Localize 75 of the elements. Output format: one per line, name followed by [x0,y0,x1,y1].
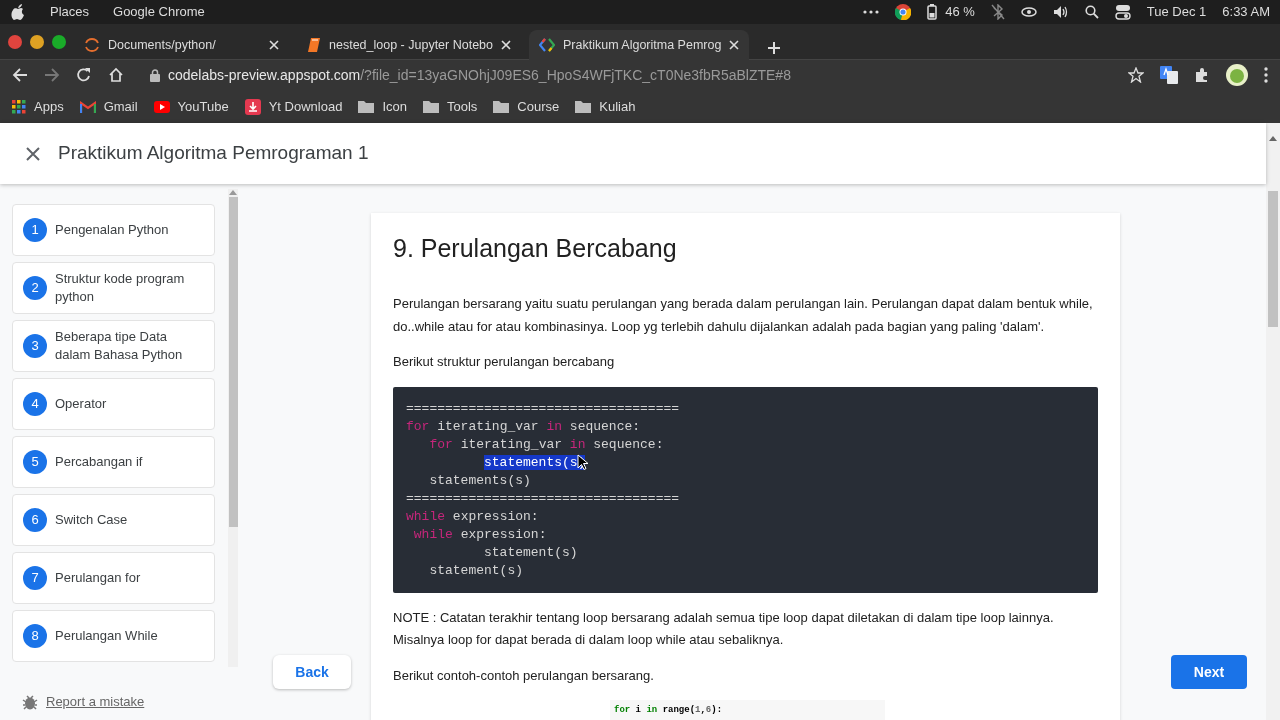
forward-icon [44,67,60,83]
folder-icon [423,100,439,113]
sidebar-step[interactable]: 6 Switch Case [12,494,215,546]
reload-icon[interactable] [76,67,92,83]
code-snippet: for i in range(1,6): [610,700,885,720]
scroll-thumb[interactable] [228,197,238,527]
menu-item[interactable]: Places [50,2,90,22]
report-link[interactable]: Report a mistake [22,692,145,712]
translate-icon[interactable] [1160,66,1178,84]
folder-icon [493,100,510,113]
sidebar-step[interactable]: 4 Operator [12,378,215,430]
folder-icon [575,100,592,113]
sidebar-step[interactable]: 3 Beberapa tipe Data dalam Bahasa Python [12,320,215,372]
logo-icon[interactable] [10,3,26,21]
toggle-icon[interactable] [1114,4,1131,20]
book-icon [307,37,321,53]
volume-icon[interactable] [1052,5,1069,19]
browser-icon[interactable] [895,4,912,20]
avatar-icon[interactable] [1226,64,1248,86]
bookmark[interactable]: Icon [358,96,407,117]
bug-icon [22,693,38,710]
article-heading: 9. Perulangan Bercabang [393,233,678,263]
more-icon[interactable] [863,10,880,14]
star-icon[interactable] [1128,67,1144,83]
puzzle-icon[interactable] [1194,67,1210,83]
battery-level: 46 % [945,3,975,22]
bookmark[interactable]: Kuliah [575,96,636,117]
paragraph: Berikut contoh-contoh perulangan bersarang. [393,666,655,685]
close-window-button[interactable] [8,35,22,49]
browser-tab[interactable]: nested_loop - Jupyter Notebo [297,30,521,60]
bookmark[interactable]: Tools [423,96,478,117]
lock-icon [150,68,160,82]
browser-tab[interactable]: Documents/python/ [74,30,289,60]
sidebar-step[interactable]: 5 Percabangan if [12,436,215,488]
paragraph: Berikut struktur perulangan bercabang [393,353,616,371]
bookmark[interactable]: Gmail [79,96,138,117]
sidebar-scrollbar[interactable] [228,189,238,667]
minimize-window-button[interactable] [30,35,44,49]
download-icon [244,98,261,115]
bookmark[interactable]: YouTube [153,96,229,117]
scroll-thumb[interactable] [1268,191,1278,327]
maximize-window-button[interactable] [52,35,66,49]
bookmark[interactable]: Course [493,96,560,117]
browser-tab[interactable]: Praktikum Algoritma Pemrog [529,30,750,60]
codelab-title: Praktikum Algoritma Pemrograman 1 [58,141,369,166]
bookmark[interactable]: Yt Download [244,96,343,117]
spinner-icon [84,37,100,53]
scroll-up-icon[interactable] [1269,135,1277,141]
sidebar-step[interactable]: 7 Perulangan for [12,552,215,604]
bluetooth-icon[interactable] [990,4,1005,20]
home-icon[interactable] [108,67,124,83]
menu-icon[interactable] [1264,67,1268,83]
brackets-icon [539,37,555,53]
clock-text: 6:33 AM [1222,3,1270,22]
apps-icon [12,99,26,114]
battery-icon [927,4,938,20]
paragraph: Perulangan bersarang yaitu suatu perulangan yang berada dalam perulangan lain. Perulangan dapat dalam bentuk while, do..while atau for atau kombinasinya. Loop yg terlebih dahulu dijalankan adalah pada bagian yang paling 'dalam'. [393,295,1094,336]
back-button[interactable]: Back [273,655,351,689]
sidebar-step[interactable]: 2 Struktur kode program python [12,262,215,314]
mail-icon [79,100,96,113]
menu-item[interactable]: Google Chrome [113,2,205,22]
folder-icon [358,100,375,113]
next-button[interactable]: Next [1171,655,1247,689]
search-icon[interactable] [1084,5,1099,19]
sidebar-step[interactable]: 1 Pengenalan Python [12,204,215,256]
network-icon[interactable] [1020,7,1037,17]
new-tab-icon[interactable] [767,41,782,55]
close-icon[interactable] [26,146,40,161]
page-scrollbar[interactable] [1266,123,1280,720]
date-text: Tue Dec 1 [1146,3,1207,22]
back-icon[interactable] [12,67,28,83]
sidebar-step[interactable]: 8 Perulangan While [12,610,215,662]
paragraph: NOTE : Catatan terakhir tentang loop bersarang adalah semua tipe loop dapat diletakan di dalam tipe loop lainnya. Misalnya loop for dapat berada di dalam loop while atau sebaliknya. [393,608,1055,649]
bookmark[interactable]: Apps [12,96,64,117]
play-icon [153,100,170,113]
